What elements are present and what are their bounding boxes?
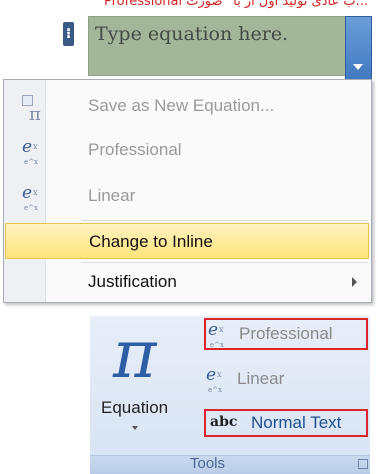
abc-icon: abc	[210, 414, 238, 430]
menu-item-label: Professional	[88, 140, 182, 159]
ribbon-normal-text-button[interactable]: abc Normal Text	[204, 409, 368, 437]
menu-item-label: Save as New Equation...	[88, 96, 275, 115]
menu-item-label: Justification	[88, 272, 177, 291]
menu-item-change-to-inline[interactable]: Change to Inline	[5, 223, 369, 259]
save-equation-icon: π	[22, 95, 44, 125]
chevron-down-icon	[353, 64, 363, 70]
menu-item-save-as-new-equation[interactable]: π Save as New Equation...	[4, 88, 371, 125]
equation-button-label[interactable]: Equation	[101, 398, 168, 418]
menu-item-label: Linear	[88, 186, 136, 205]
professional-icon: e x e^x	[22, 137, 38, 167]
ribbon-linear-label: Linear	[237, 369, 285, 388]
ribbon-professional-button[interactable]: e x e^x Professional	[204, 318, 368, 350]
equation-placeholder: Type equation here.	[95, 23, 289, 45]
menu-separator	[82, 220, 368, 221]
equation-pi-icon[interactable]: π	[113, 320, 156, 390]
submenu-arrow-icon	[352, 277, 357, 287]
menu-item-linear[interactable]: e x e^x Linear	[4, 178, 371, 214]
chevron-down-icon[interactable]	[132, 426, 138, 430]
ribbon-normal-text-label: Normal Text	[251, 413, 342, 432]
menu-item-label: Change to Inline	[89, 232, 213, 251]
menu-separator	[82, 262, 368, 263]
menu-item-professional[interactable]: e x e^x Professional	[4, 132, 371, 168]
equation-context-menu: π Save as New Equation... e x e^x Professi…	[3, 79, 372, 303]
ribbon-group-label: Tools	[190, 455, 226, 472]
equation-drag-handle[interactable]: ⁝	[63, 22, 74, 46]
menu-item-justification[interactable]: Justification	[4, 264, 371, 300]
equation-box[interactable]: Type equation here.	[88, 16, 347, 76]
professional-icon: e x e^x	[208, 320, 224, 350]
clipped-caption: ...ب عادی تولید اول از با `صورت Professi…	[104, 0, 368, 9]
dialog-launcher-icon[interactable]	[358, 459, 368, 469]
linear-icon: e x e^x	[206, 365, 222, 395]
ribbon-professional-label: Professional	[239, 324, 333, 343]
linear-icon: e x e^x	[22, 183, 38, 213]
ribbon-group-footer	[90, 455, 370, 474]
